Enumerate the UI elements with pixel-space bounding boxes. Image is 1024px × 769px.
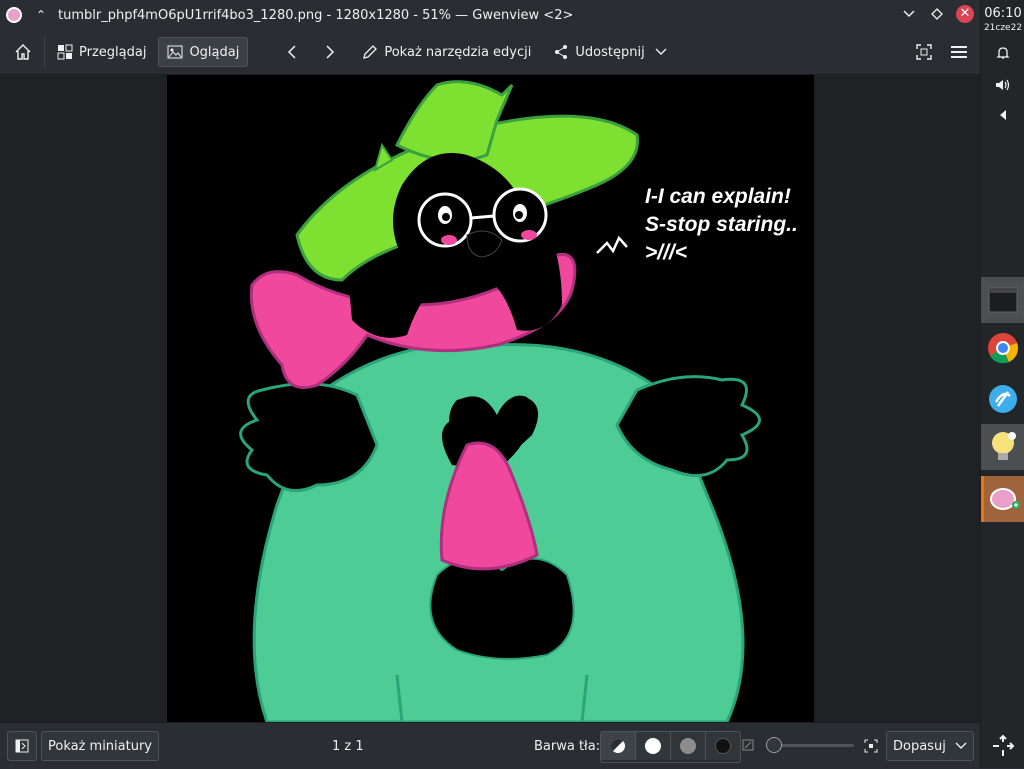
background-color-selector [600,731,741,763]
hamburger-icon [951,46,967,58]
background-color-label: Barwa tła: [534,738,601,754]
share-icon [555,45,568,59]
next-image-button[interactable] [316,37,344,67]
chevron-down-icon [955,742,967,749]
edit-tools-button[interactable]: Pokaż narzędzia edycji [354,37,539,67]
task-lightbulb-app[interactable] [981,424,1024,470]
window-titlebar[interactable]: ⌃ tumblr_phpf4mO6pU1rrif4bo3_1280.png - … [0,0,980,30]
image-viewer[interactable]: I-I can explain! S-stop staring.. >///< [0,75,980,722]
side-panel: 06:10 21cze22 [980,0,1024,768]
share-button[interactable]: Udostępnij [545,37,674,67]
task-kde-connect[interactable] [981,376,1024,422]
zoom-mode-value: Dopasuj [893,738,946,754]
main-toolbar: Przeglądaj Oglądaj Pokaż narzędzia edycj… [0,30,980,75]
tray-expand-arrow-icon[interactable] [998,109,1008,125]
bg-auto-option[interactable] [601,732,636,760]
minimize-button[interactable] [900,5,918,23]
ralsei-illustration: I-I can explain! S-stop staring.. >///< [239,80,798,722]
page-counter: 1 z 1 [332,738,364,754]
view-label: Oglądaj [189,44,240,60]
gwenview-icon [989,488,1020,510]
home-button[interactable] [6,37,40,67]
browse-button[interactable]: Przeglądaj [49,37,154,67]
thumbnails-label: Pokaż miniatury [47,738,153,754]
image-icon [167,45,183,59]
browse-label: Przeglądaj [79,44,147,60]
status-bar: Pokaż miniatury 1 z 1 Barwa tła: Dopasuj [0,722,980,769]
hamburger-menu-button[interactable] [942,37,976,67]
chevron-left-icon [288,45,296,59]
clock-date: 21cze22 [983,23,1023,33]
fullscreen-icon [916,44,932,60]
speech-line-2: S-stop staring.. [645,213,798,236]
zoom-slider[interactable] [766,737,856,753]
lightbulb-icon [992,432,1016,460]
grid-icon [57,44,73,60]
panel-edit-mode-icon[interactable] [991,734,1015,762]
notifications-bell-icon[interactable] [995,45,1011,65]
keep-above-icon[interactable]: ⌃ [34,8,48,22]
view-button[interactable]: Oglądaj [158,37,249,67]
task-gwenview[interactable] [981,476,1024,522]
task-chrome[interactable] [981,325,1024,371]
zoom-slider-handle[interactable] [766,737,782,753]
volume-icon[interactable] [994,77,1012,97]
speech-line-1: I-I can explain! [645,185,791,208]
system-tray [981,45,1024,125]
clock-time[interactable]: 06:10 [981,6,1024,21]
zoom-fill-icon[interactable] [864,739,878,757]
chevron-down-icon [903,10,915,18]
zoom-mode-select[interactable]: Dopasuj [886,731,974,761]
gwenview-app-icon[interactable] [6,7,22,23]
sidebar-toggle-button[interactable] [7,731,37,761]
maximize-button[interactable] [928,5,946,23]
chevron-down-icon [655,48,667,55]
share-label: Udostępnij [575,44,645,60]
diamond-icon [931,8,943,20]
chevron-right-icon [326,45,335,59]
task-file-manager[interactable] [981,277,1024,323]
sidebar-toggle-icon [15,739,29,753]
previous-image-button[interactable] [278,37,306,67]
pencil-icon [363,45,378,59]
displayed-image[interactable]: I-I can explain! S-stop staring.. >///< [167,75,814,722]
bg-white-option[interactable] [636,732,671,760]
zoom-to-fit-icon[interactable] [742,739,754,755]
auto-contrast-icon [610,738,625,753]
edit-tools-label: Pokaż narzędzia edycji [384,44,532,60]
fullscreen-button[interactable] [908,37,940,67]
chrome-icon [988,333,1018,364]
window-thumbnail-icon [988,287,1018,313]
toolbar-separator [44,37,45,67]
close-button[interactable]: ✕ [956,5,974,23]
speech-line-3: >///< [645,241,687,264]
window-title: tumblr_phpf4mO6pU1rrif4bo3_1280.png - 12… [58,7,574,23]
home-icon [15,44,31,60]
bg-gray-option[interactable] [671,732,706,760]
show-thumbnails-button[interactable]: Pokaż miniatury [41,731,159,761]
kde-app-icon [989,385,1017,413]
bg-black-option[interactable] [706,732,740,760]
